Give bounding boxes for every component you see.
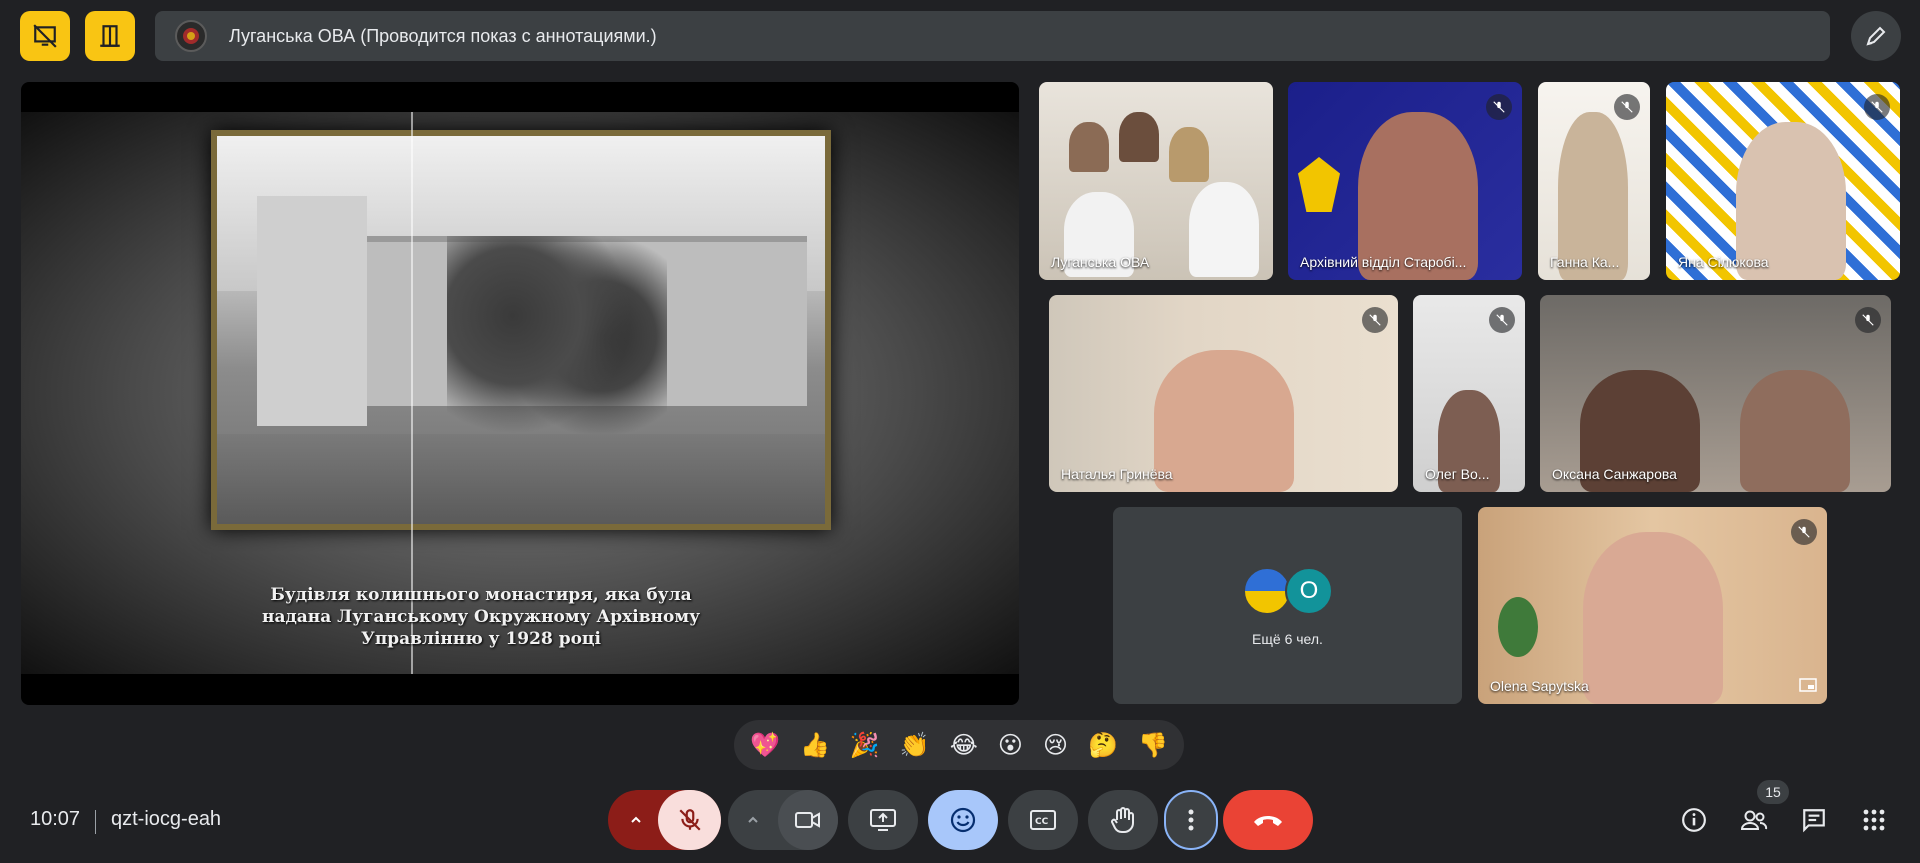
reaction-thumbs-down[interactable]: 👎 (1138, 731, 1168, 759)
mic-off-icon (1486, 94, 1512, 120)
mic-off-icon (1864, 94, 1890, 120)
participant-name: Оксана Санжарова (1552, 466, 1677, 482)
smile-icon (950, 807, 976, 833)
reaction-laugh[interactable]: 😂 (950, 731, 978, 759)
meeting-time: 10:07 (30, 808, 81, 830)
layout-button[interactable] (85, 11, 135, 61)
hand-icon (1111, 807, 1134, 834)
caption-line: Будівля колишнього монастиря, яка була (270, 585, 692, 605)
participant-count-badge: 15 (1757, 780, 1789, 804)
chat-button[interactable] (1794, 800, 1834, 840)
slide-caption: Будівля колишнього монастиря, яка була н… (261, 584, 701, 650)
reaction-surprised[interactable]: 😮 (998, 731, 1023, 759)
video-camera-icon (795, 812, 820, 828)
more-participants-tile[interactable]: O Ещё 6 чел. (1113, 507, 1462, 704)
participant-tile[interactable]: Яна Сілюкова (1666, 82, 1900, 280)
mic-toggle-button[interactable] (658, 790, 721, 850)
meeting-details-button[interactable] (1674, 800, 1714, 840)
info-icon (1682, 808, 1706, 832)
mic-off-icon (1855, 307, 1881, 333)
participant-name: Ганна Ка... (1550, 254, 1620, 270)
participant-name: Луганська ОВА (1051, 254, 1150, 270)
closed-captions-icon: CC (1030, 810, 1056, 830)
reactions-bar: 💖 👍 🎉 👏 😂 😮 😢 🤔 👎 (734, 720, 1184, 770)
more-participants-label: Ещё 6 чел. (1252, 631, 1323, 647)
chat-icon (1803, 809, 1825, 833)
chevron-up-icon (748, 816, 758, 823)
caption-line: Управлінню у 1928 році (361, 629, 601, 649)
participant-name: Яна Сілюкова (1678, 254, 1769, 270)
video-options-button[interactable] (728, 790, 778, 850)
archive-photo (211, 130, 831, 530)
more-vertical-icon (1188, 809, 1194, 831)
annotate-button[interactable] (1851, 11, 1901, 61)
presentation-stage[interactable]: Будівля колишнього монастиря, яка була н… (21, 82, 1019, 705)
picture-in-picture-icon[interactable] (1797, 676, 1819, 694)
captions-button[interactable]: CC (1008, 790, 1078, 850)
participant-name: Архівний відділ Старобі... (1300, 254, 1467, 270)
reaction-clap[interactable]: 👏 (900, 731, 930, 759)
people-button[interactable] (1734, 800, 1774, 840)
leave-call-button[interactable] (1223, 790, 1313, 850)
avatar-stack: O (1243, 567, 1333, 615)
mic-off-icon (1614, 94, 1640, 120)
avatar (1243, 567, 1291, 615)
door-icon (100, 25, 120, 47)
participant-tile[interactable]: Оксана Санжарова (1540, 295, 1891, 492)
reaction-thinking[interactable]: 🤔 (1088, 731, 1118, 759)
mic-off-icon (1489, 307, 1515, 333)
participant-tile[interactable]: Olena Sapytska (1478, 507, 1827, 704)
camera-toggle-button[interactable] (778, 790, 838, 850)
apps-grid-icon (1863, 809, 1885, 831)
activities-button[interactable] (1854, 800, 1894, 840)
participant-tile[interactable]: Ганна Ка... (1538, 82, 1650, 280)
reactions-button[interactable] (928, 790, 998, 850)
participant-name: Olena Sapytska (1490, 678, 1589, 694)
mic-off-icon (1791, 519, 1817, 545)
reaction-sad[interactable]: 😢 (1043, 731, 1068, 759)
top-bar: Луганська ОВА (Проводится показ с аннота… (0, 0, 1920, 72)
present-screen-button[interactable] (848, 790, 918, 850)
svg-text:CC: CC (1035, 817, 1049, 827)
mic-group (608, 790, 721, 850)
pen-icon (1866, 26, 1886, 46)
audio-options-button[interactable] (608, 790, 664, 850)
reaction-thumbs-up[interactable]: 👍 (800, 731, 830, 759)
meeting-code: qzt-iocg-eah (111, 808, 222, 830)
phone-hangup-icon (1254, 816, 1282, 826)
reaction-heart[interactable]: 💖 (750, 731, 780, 759)
presentation-banner: Луганська ОВА (Проводится показ с аннота… (155, 11, 1830, 61)
caption-line: надана Луганському Окружному Архівному (262, 607, 700, 627)
presenter-title: Луганська ОВА (Проводится показ с аннота… (229, 25, 657, 46)
participant-tile[interactable]: Луганська ОВА (1039, 82, 1273, 280)
participant-tile[interactable]: Архівний відділ Старобі... (1288, 82, 1522, 280)
hide-presentation-button[interactable] (20, 11, 70, 61)
more-options-button[interactable] (1164, 790, 1218, 850)
participant-name: Олег Во... (1425, 466, 1490, 482)
bottom-toolbar: 10:07 qzt-iocg-eah CC 15 (0, 780, 1920, 863)
presentation-slide: Будівля колишнього монастиря, яка була н… (21, 112, 1019, 674)
participant-tile[interactable]: Олег Во... (1413, 295, 1525, 492)
mic-off-icon (1362, 307, 1388, 333)
participant-tile[interactable]: Наталья Гринёва (1049, 295, 1398, 492)
divider (95, 810, 96, 834)
avatar: O (1285, 567, 1333, 615)
mic-off-icon (678, 809, 701, 831)
people-icon (1740, 810, 1768, 830)
reaction-party[interactable]: 🎉 (850, 731, 880, 759)
camera-group (728, 790, 838, 850)
emblem-icon (175, 20, 207, 52)
participant-name: Наталья Гринёва (1061, 466, 1173, 482)
raise-hand-button[interactable] (1088, 790, 1158, 850)
present-screen-icon (870, 809, 896, 831)
chevron-up-icon (631, 816, 641, 823)
presentation-off-icon (33, 24, 57, 48)
